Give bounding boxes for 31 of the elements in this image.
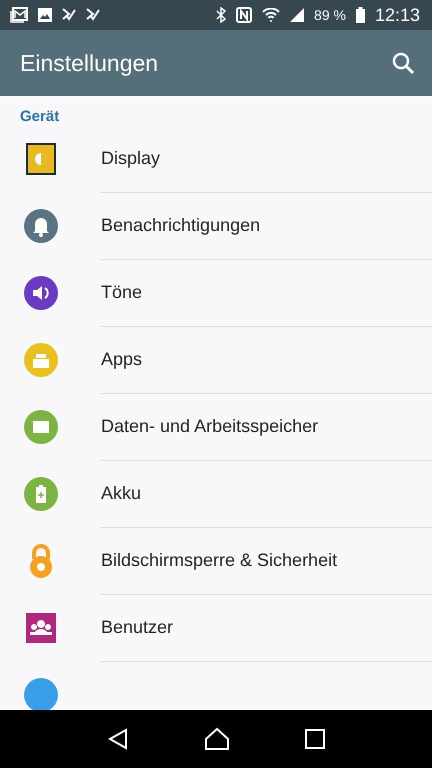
check-flag-icon — [62, 8, 76, 22]
settings-item[interactable]: Display — [101, 148, 160, 168]
nfc-icon — [236, 7, 252, 23]
battery-icon — [24, 476, 58, 510]
image-icon — [38, 8, 52, 22]
brightness-icon — [26, 142, 56, 174]
screen-title: Einstellungen — [20, 50, 160, 76]
search-icon[interactable] — [392, 52, 414, 74]
settings-item[interactable]: Akku — [101, 482, 142, 504]
signal-icon — [290, 8, 304, 22]
battery-icon — [356, 7, 365, 23]
settings-item[interactable]: Benachrichtigungen — [101, 214, 260, 236]
users-icon — [26, 612, 56, 642]
section-header: Gerät — [19, 107, 60, 125]
settings-item[interactable]: Benutzer — [101, 616, 174, 638]
speaker-icon — [24, 276, 58, 310]
settings-item[interactable]: Daten- und Arbeitsspeicher — [101, 416, 318, 436]
settings-item[interactable]: Apps — [101, 348, 142, 370]
gallery-icon — [10, 7, 28, 23]
box-icon — [24, 342, 58, 376]
back-icon[interactable] — [107, 728, 130, 750]
settings-item[interactable]: Töne — [101, 282, 142, 302]
home-icon[interactable] — [204, 727, 230, 751]
clock-time: 12:13 — [374, 4, 420, 26]
bluetooth-icon — [216, 7, 226, 23]
check-flag-icon — [86, 8, 100, 22]
settings-item[interactable]: Bildschirmsperre & Sicherheit — [101, 550, 338, 570]
bell-icon — [24, 208, 58, 242]
wifi-icon — [262, 8, 280, 22]
recent-apps-icon[interactable] — [304, 729, 325, 749]
battery-percentage: 89 % — [314, 7, 346, 23]
